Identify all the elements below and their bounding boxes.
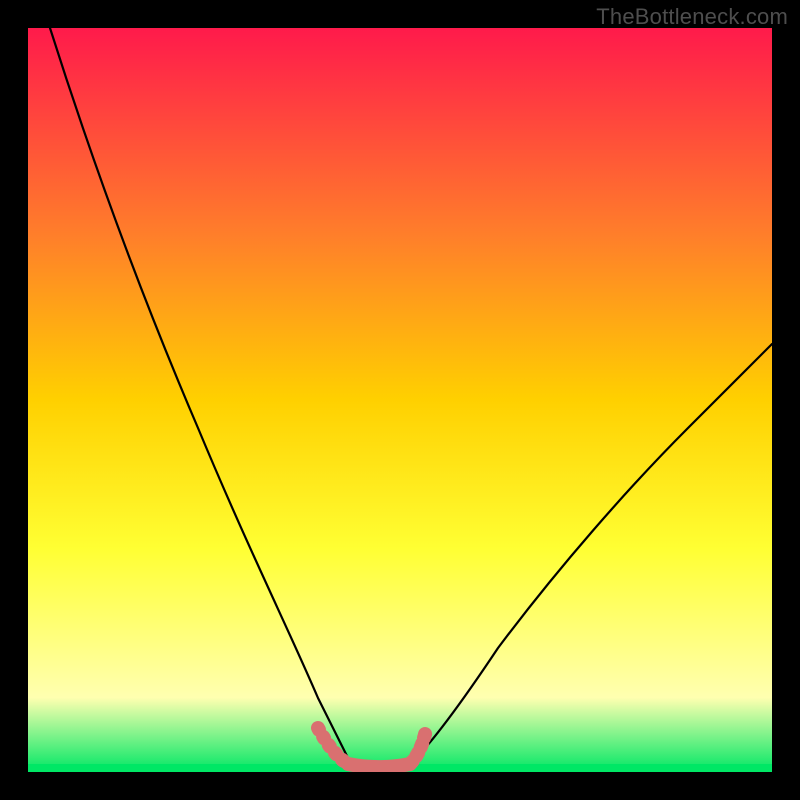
plot-area bbox=[28, 28, 772, 772]
watermark-text: TheBottleneck.com bbox=[596, 4, 788, 30]
gradient-background bbox=[28, 28, 772, 772]
marker-bottom bbox=[348, 764, 410, 767]
chart-frame: TheBottleneck.com bbox=[0, 0, 800, 800]
chart-svg bbox=[28, 28, 772, 772]
